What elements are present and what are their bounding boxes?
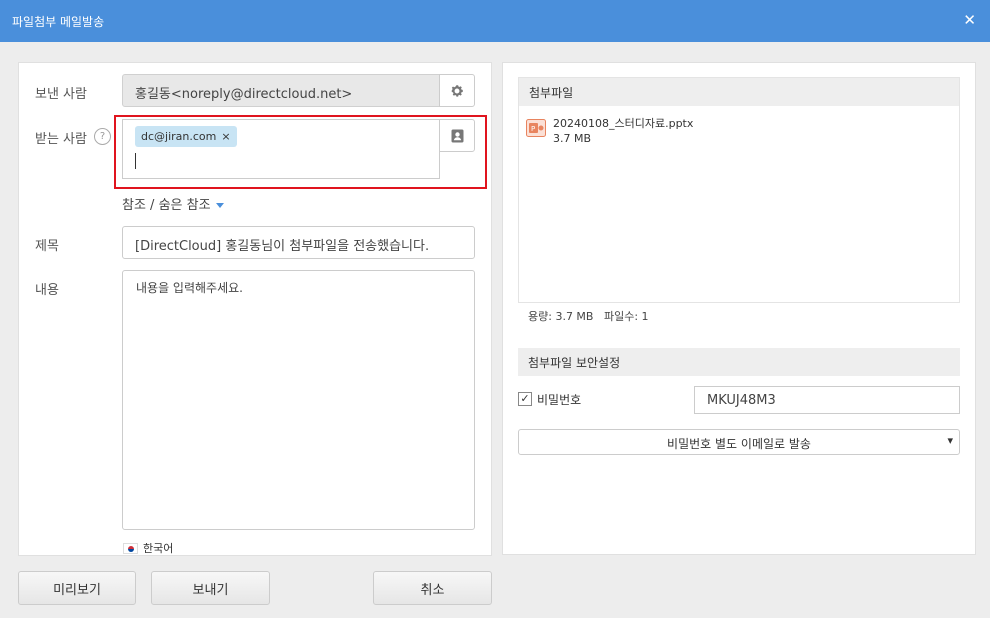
address-book-button[interactable] xyxy=(439,119,475,152)
remove-recipient-icon[interactable]: × xyxy=(221,130,230,143)
password-input[interactable]: MKUJ48M3 xyxy=(694,386,960,414)
content-placeholder: 내용을 입력해주세요. xyxy=(136,281,243,295)
content-textarea[interactable]: 내용을 입력해주세요. xyxy=(122,270,475,530)
file-size: 3.7 MB xyxy=(553,132,592,145)
file-info: 20240108_스터디자료.pptx 3.7 MB xyxy=(553,116,693,146)
language-selector[interactable]: 한국어 xyxy=(123,540,173,556)
password-label: 비밀번호 xyxy=(537,393,582,407)
pptx-file-icon: P xyxy=(526,119,546,137)
language-label: 한국어 xyxy=(143,542,174,555)
cc-bcc-label: 참조 / 숨은 참조 xyxy=(122,198,211,213)
recipient-chip-email: dc@jiran.com xyxy=(141,130,217,143)
file-name: 20240108_스터디자료.pptx xyxy=(553,117,694,130)
cancel-button[interactable]: 취소 xyxy=(373,571,492,605)
subject-label: 제목 xyxy=(35,239,59,254)
close-icon[interactable]: ✕ xyxy=(963,11,976,29)
recipient-chip: dc@jiran.com × xyxy=(135,126,237,147)
attachment-list: 첨부파일 P 20240108_스터디자료.pptx 3.7 MB xyxy=(518,77,960,303)
attachment-summary: 용량: 3.7 MB 파일수: 1 xyxy=(528,310,649,323)
sender-settings-button[interactable] xyxy=(439,74,475,107)
password-checkbox[interactable]: ✓ xyxy=(518,392,532,406)
preview-button[interactable]: 미리보기 xyxy=(18,571,136,605)
korea-flag-icon xyxy=(123,542,138,554)
help-icon[interactable]: ? xyxy=(94,128,111,145)
subject-input[interactable]: [DirectCloud] 홍길동님이 첨부파일을 전송했습니다. xyxy=(122,226,475,259)
title-bar: 파일첨부 메일발송 ✕ xyxy=(0,0,990,42)
send-button[interactable]: 보내기 xyxy=(151,571,270,605)
attachment-panel: 첨부파일 P 20240108_스터디자료.pptx 3.7 MB 용량: 3.… xyxy=(502,62,976,555)
sender-field: 홍길동<noreply@directcloud.net> xyxy=(122,74,440,107)
caret-down-icon xyxy=(215,203,224,208)
window-title: 파일첨부 메일발송 xyxy=(12,15,105,29)
text-cursor xyxy=(135,153,136,169)
svg-text:P: P xyxy=(531,125,535,133)
sender-label: 보낸 사람 xyxy=(35,87,87,102)
chevron-down-icon: ▾ xyxy=(947,434,953,447)
content-label: 내용 xyxy=(35,283,59,298)
attachment-header: 첨부파일 xyxy=(519,78,959,106)
gear-icon xyxy=(451,84,463,97)
recipient-field[interactable]: dc@jiran.com × xyxy=(122,119,440,179)
password-delivery-value: 비밀번호 별도 이메일로 발송 xyxy=(667,437,811,451)
mail-form-panel: 보낸 사람 홍길동<noreply@directcloud.net> 받는 사람… xyxy=(18,62,492,556)
file-item[interactable]: P 20240108_스터디자료.pptx 3.7 MB xyxy=(526,116,693,146)
security-header: 첨부파일 보안설정 xyxy=(518,348,960,376)
recipient-label: 받는 사람 xyxy=(35,132,87,147)
password-delivery-select[interactable]: 비밀번호 별도 이메일로 발송 ▾ xyxy=(518,429,960,455)
cc-bcc-toggle[interactable]: 참조 / 숨은 참조 xyxy=(122,194,224,213)
contact-book-icon xyxy=(451,129,463,142)
